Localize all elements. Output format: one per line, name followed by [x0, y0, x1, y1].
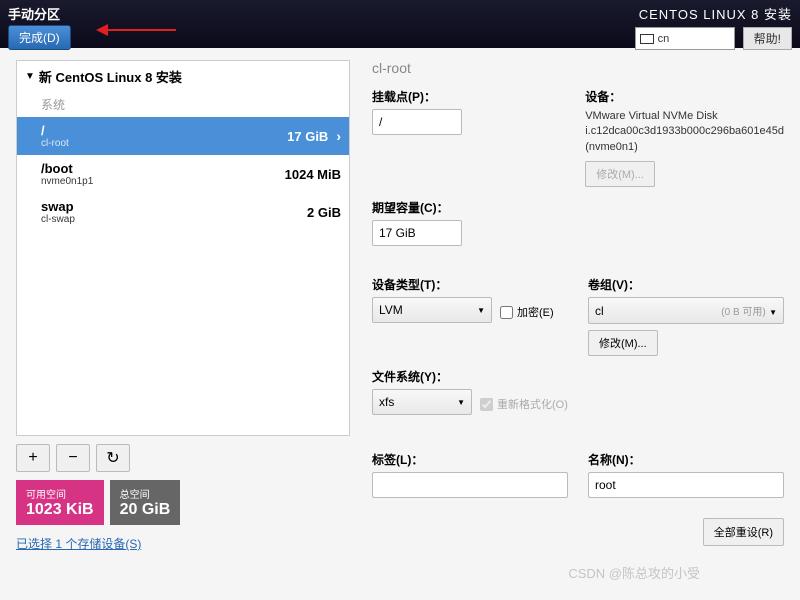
encrypt-checkbox-row[interactable]: 加密(E) — [500, 304, 554, 320]
annotation-arrow — [96, 24, 176, 36]
storage-devices-link[interactable]: 已选择 1 个存储设备(S) — [16, 535, 350, 552]
remove-partition-button[interactable]: − — [56, 444, 90, 472]
filesystem-label: 文件系统(Y)： — [372, 368, 568, 385]
tree-item-root[interactable]: / cl-root 17 GiB › — [17, 117, 349, 155]
capacity-input[interactable] — [372, 220, 462, 246]
chevron-down-icon: ▼ — [477, 306, 485, 315]
tree-section-label: 系统 — [17, 92, 349, 117]
detail-title: cl-root — [372, 60, 784, 76]
tree-item-swap[interactable]: swap cl-swap 2 GiB — [17, 193, 349, 231]
available-space-box: 可用空间 1023 KiB — [16, 480, 104, 525]
device-label: 设备： — [585, 88, 784, 105]
tree-item-boot[interactable]: /boot nvme0n1p1 1024 MiB — [17, 155, 349, 193]
total-space-box: 总空间 20 GiB — [110, 480, 181, 525]
page-title: 手动分区 — [8, 4, 71, 23]
reformat-checkbox-row: 重新格式化(O) — [480, 396, 568, 412]
caret-down-icon: ▼ — [25, 71, 35, 82]
mount-point-label: 挂载点(P)： — [372, 88, 565, 105]
help-button[interactable]: 帮助! — [743, 27, 792, 50]
add-partition-button[interactable]: + — [16, 444, 50, 472]
encrypt-checkbox[interactable] — [500, 306, 513, 319]
reset-all-button[interactable]: 全部重设(R) — [703, 518, 784, 546]
name-label: 名称(N)： — [588, 451, 784, 468]
reload-button[interactable]: ↻ — [96, 444, 130, 472]
mount-point-input[interactable] — [372, 109, 462, 135]
header: 手动分区 完成(D) CENTOS LINUX 8 安装 cn 帮助! — [0, 0, 800, 48]
filesystem-select[interactable]: xfs ▼ — [372, 389, 472, 415]
name-input[interactable] — [588, 472, 784, 498]
capacity-label: 期望容量(C)： — [372, 199, 568, 216]
done-button[interactable]: 完成(D) — [8, 25, 71, 50]
tag-input[interactable] — [372, 472, 568, 498]
reformat-checkbox — [480, 398, 493, 411]
device-text: VMware Virtual NVMe Disk i.c12dca00c3d19… — [585, 109, 784, 155]
device-type-label: 设备类型(T)： — [372, 276, 568, 293]
chevron-down-icon: ▼ — [457, 398, 465, 407]
partition-detail-panel: cl-root 挂载点(P)： 设备： VMware Virtual NVMe … — [360, 48, 800, 552]
volume-group-label: 卷组(V)： — [588, 276, 784, 293]
device-type-select[interactable]: LVM ▼ — [372, 297, 492, 323]
chevron-down-icon: ▼ — [769, 308, 777, 317]
volume-group-select[interactable]: cl (0 B 可用) ▼ — [588, 297, 784, 324]
keyboard-icon — [640, 34, 654, 44]
installer-title: CENTOS LINUX 8 安装 — [639, 4, 792, 23]
modify-vg-button[interactable]: 修改(M)... — [588, 330, 658, 356]
watermark: CSDN @陈总攻的小受 — [568, 563, 700, 582]
tree-header[interactable]: ▼ 新 CentOS Linux 8 安装 — [17, 61, 349, 92]
chevron-right-icon: › — [336, 128, 341, 144]
keyboard-layout-button[interactable]: cn — [635, 27, 735, 50]
modify-device-button[interactable]: 修改(M)... — [585, 161, 655, 187]
tag-label: 标签(L)： — [372, 451, 568, 468]
partition-list-panel: ▼ 新 CentOS Linux 8 安装 系统 / cl-root 17 Gi… — [0, 48, 360, 552]
